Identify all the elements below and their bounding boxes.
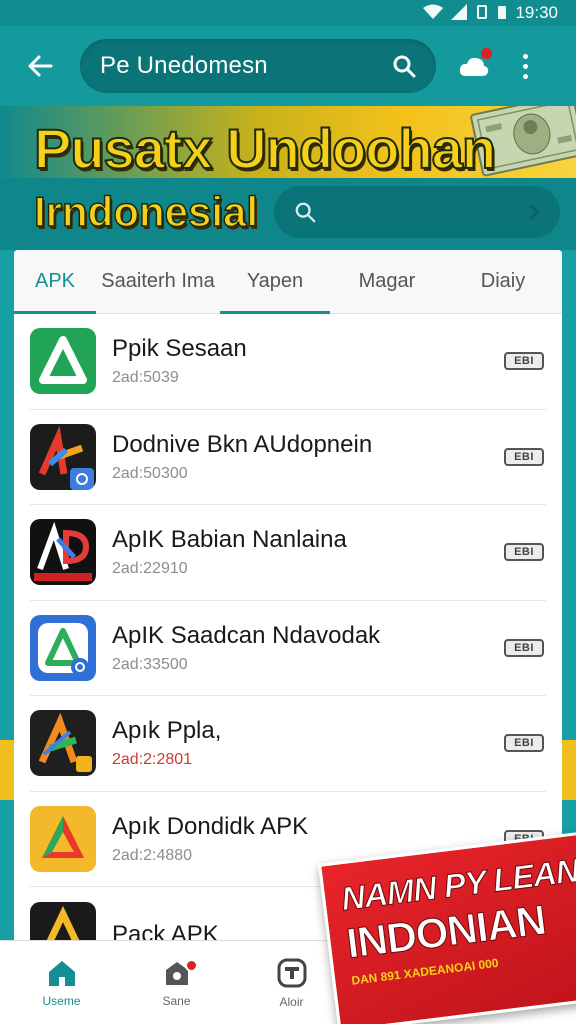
nav-label: Sane [162,994,191,1008]
app-meta: 2ad:33500 [112,655,188,673]
home-icon [48,961,75,986]
app-meta: 2ad:5039 [112,369,179,387]
search-icon [295,202,316,223]
wifi-icon [423,4,444,23]
side-decor-left [0,740,14,800]
app-icon [30,805,96,872]
promo-banner[interactable]: NAMN PY LEAN! INDONIAN DAN 891 XADEANOAI… [318,831,576,1024]
side-decor-right [562,740,576,800]
hero-banner: Pusatx Undoohan Irndonesial [0,106,576,250]
signal-icon [451,3,468,23]
nav-label: Useme [42,994,81,1008]
vibrate-icon [475,4,489,23]
banner-title: Pusatx Undoohan [33,116,497,181]
app-icon [30,423,96,490]
banner-search-bar[interactable] [274,186,560,238]
search-input[interactable]: Pe Unedomesn [100,52,392,80]
cloud-button[interactable] [454,46,494,86]
list-item[interactable]: ApIK Babian Nanlaina 2ad:22910 EBI [30,505,546,601]
app-name: Ppik Sesaan [112,335,247,363]
app-icon [30,614,96,681]
app-name: Apık Dondidk APK [112,812,309,840]
app-name: Dodnive Bkn AUdopnein [112,430,373,458]
app-badge: EBI [504,543,544,562]
app-badge: EBI [504,734,544,753]
app-meta: 2ad:50300 [112,464,188,482]
app-name: ApIK Babian Nanlaina [112,526,347,554]
chevron-right-icon [529,204,540,220]
app-icon [30,328,96,395]
battery-icon [497,4,507,23]
app-name: Apık Ppla, [112,717,222,745]
tab-magar[interactable]: Magar [330,250,444,314]
app-meta: 2ad:2:2801 [112,751,193,769]
notification-badge [479,46,494,61]
app-meta: 2ad:22910 [112,560,188,578]
more-menu-button[interactable] [510,46,540,86]
app-badge: EBI [504,447,544,466]
search-icon[interactable] [392,54,416,78]
tab-yapen[interactable]: Yapen [220,250,330,314]
status-bar: 19:30 [0,0,576,26]
list-item[interactable]: Apık Ppla, 2ad:2:2801 EBI [30,696,546,792]
top-app-bar: Pe Unedomesn [0,26,576,106]
app-icon [30,519,96,586]
tab-saaiterh-ima[interactable]: Saaiterh Ima [96,250,220,314]
nav-label: Aloir [279,995,304,1009]
search-bar[interactable]: Pe Unedomesn [80,39,436,93]
app-icon [30,710,96,777]
nav-store[interactable]: Sane [119,941,234,1024]
app-badge: EBI [504,352,544,371]
download-icon [277,958,306,988]
back-button[interactable] [20,46,60,86]
app-badge: EBI [504,638,544,657]
list-item[interactable]: Ppik Sesaan 2ad:5039 EBI [30,314,546,410]
banner-subtitle: Irndonesial [33,187,259,236]
list-item[interactable]: ApIK Saadcan Ndavodak 2ad:33500 EBI [30,601,546,696]
nav-home[interactable]: Useme [4,941,119,1024]
tab-diaiy[interactable]: Diaiy [444,250,562,314]
arrow-left-icon [28,55,53,77]
tab-apk[interactable]: APK [14,250,96,314]
status-time: 19:30 [515,3,558,22]
category-tabs: APK Saaiterh Ima Yapen Magar Diaiy [14,250,562,314]
notification-badge [185,959,198,972]
list-item[interactable]: Dodnive Bkn AUdopnein 2ad:50300 EBI [30,410,546,505]
app-name: ApIK Saadcan Ndavodak [112,621,381,649]
